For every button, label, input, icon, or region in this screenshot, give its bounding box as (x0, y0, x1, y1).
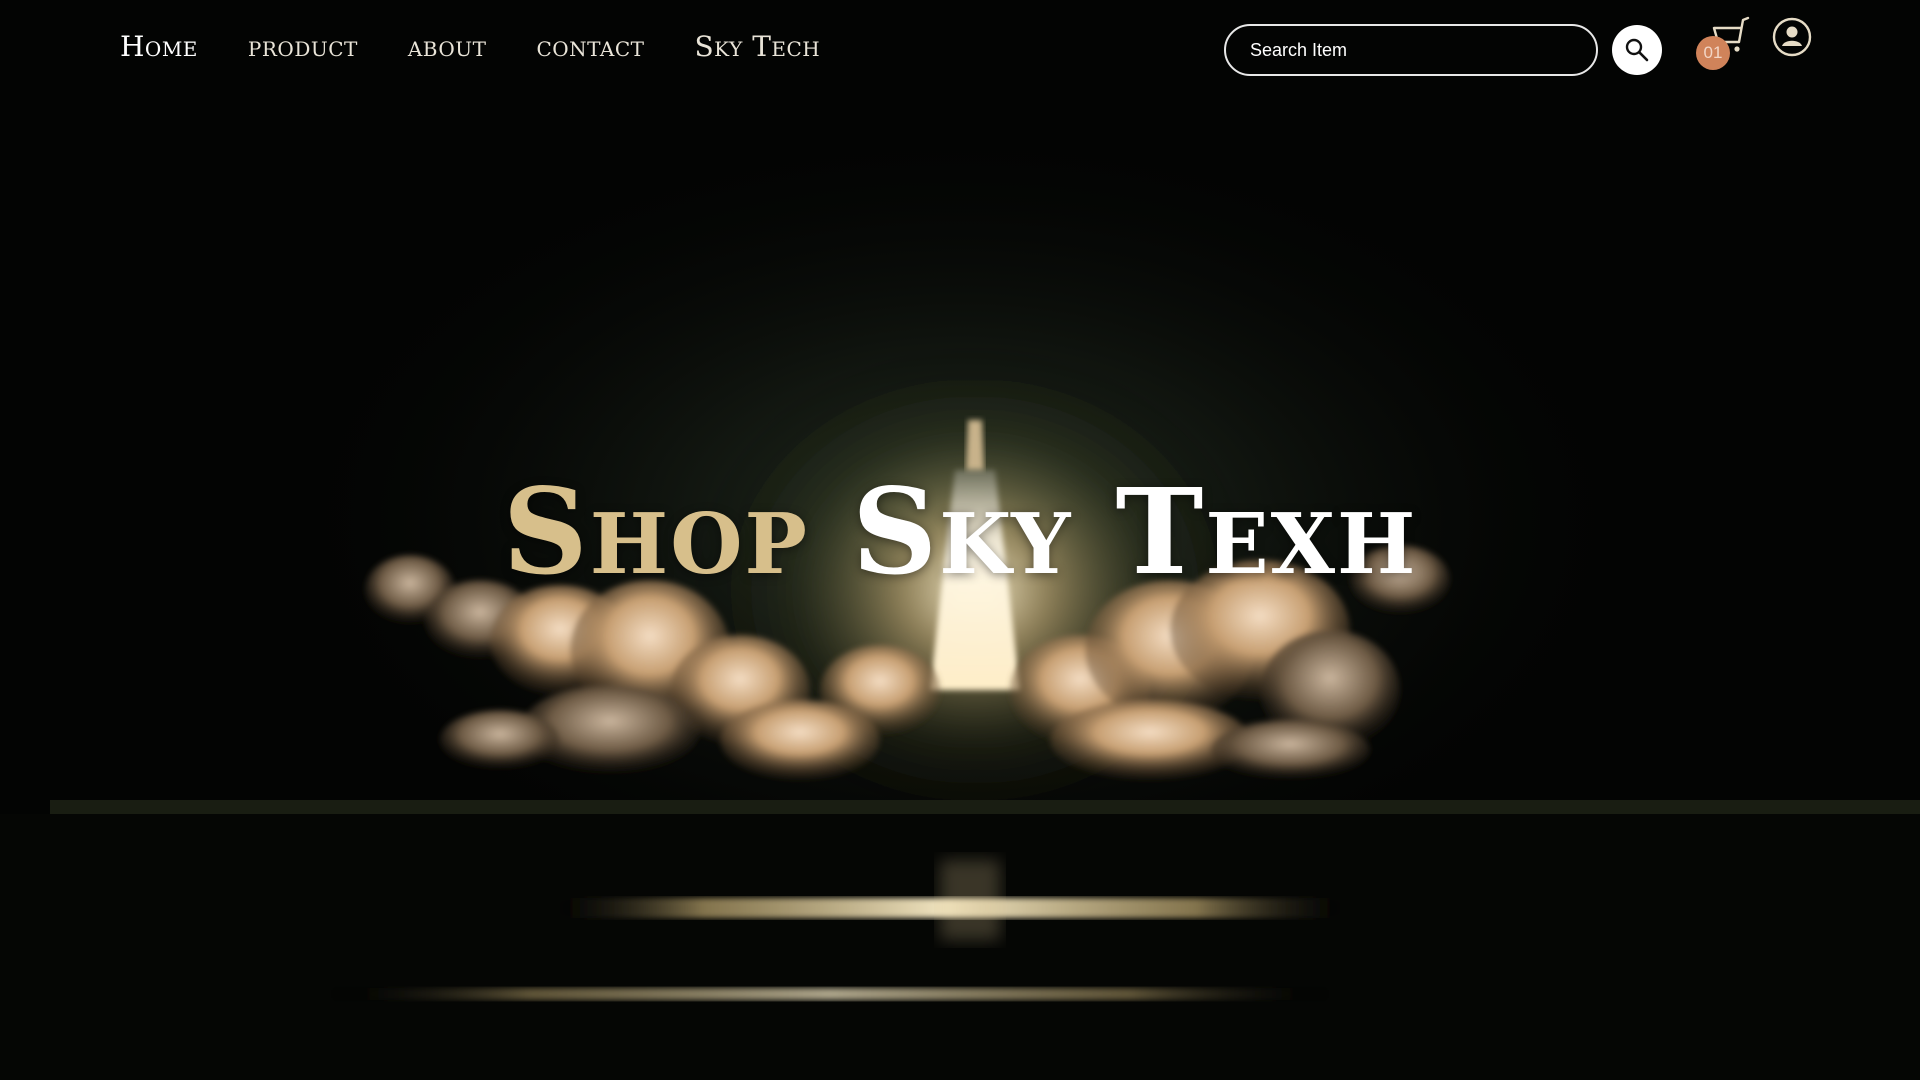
hero-title: Shop Sky Texh (0, 462, 1920, 602)
search-button[interactable] (1612, 25, 1662, 75)
nav-item-contact[interactable]: contact (536, 30, 644, 63)
nav-item-sky-tech[interactable]: Sky Tech (695, 30, 821, 63)
hero-title-sky-texh: Sky Texh (852, 462, 1418, 601)
hero-title-shop: Shop (502, 462, 809, 601)
cart-count-badge: 01 (1696, 36, 1730, 70)
user-avatar-icon (1772, 17, 1812, 57)
nav-item-home[interactable]: Home (120, 30, 198, 63)
search-input[interactable] (1224, 24, 1598, 76)
main-nav: Home product about contact Sky Tech (120, 30, 820, 63)
cart-button[interactable]: 01 (1694, 16, 1750, 72)
nav-item-about[interactable]: about (408, 30, 487, 63)
nav-item-product[interactable]: product (248, 30, 358, 63)
user-account-button[interactable] (1772, 17, 1812, 57)
page: Home product about contact Sky Tech 01 S… (0, 0, 1920, 1080)
search-icon (1625, 38, 1649, 62)
